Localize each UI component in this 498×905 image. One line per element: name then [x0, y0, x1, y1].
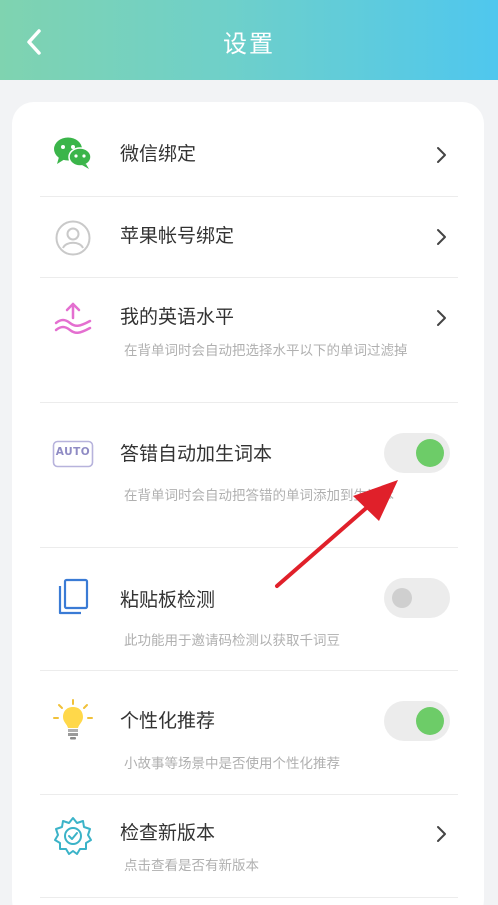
auto-add-toggle[interactable]	[384, 433, 450, 473]
setting-label: 答错自动加生词本	[120, 443, 273, 465]
app-header: 设置	[0, 0, 498, 80]
lightbulb-icon	[52, 699, 94, 741]
setting-auto-add-wordbook: AUTO 答错自动加生词本 在背单词时会自动把答错的单词添加到生词本	[40, 403, 458, 548]
clipboard-toggle[interactable]	[384, 578, 450, 618]
setting-description: 在背单词时会自动把选择水平以下的单词过滤掉	[124, 343, 408, 359]
user-circle-icon	[52, 217, 94, 259]
setting-description: 小故事等场景中是否使用个性化推荐	[124, 756, 340, 772]
personalized-toggle[interactable]	[384, 701, 450, 741]
wechat-icon	[52, 132, 94, 174]
setting-description: 点击查看是否有新版本	[124, 858, 259, 874]
toggle-knob	[392, 588, 412, 608]
setting-check-update[interactable]: 检查新版本 点击查看是否有新版本	[40, 795, 458, 898]
setting-label: 微信绑定	[120, 143, 197, 165]
setting-personalized-recommendation: 个性化推荐 小故事等场景中是否使用个性化推荐	[40, 671, 458, 795]
auto-icon: AUTO	[52, 433, 94, 475]
setting-description: 此功能用于邀请码检测以获取千词豆	[124, 633, 340, 649]
chevron-right-icon[interactable]	[432, 228, 450, 246]
setting-label: 苹果帐号绑定	[120, 225, 235, 247]
toggle-knob	[416, 707, 444, 735]
setting-label: 检查新版本	[120, 822, 216, 844]
setting-label: 个性化推荐	[120, 710, 216, 732]
clipboard-icon	[52, 576, 94, 618]
page-title: 设置	[223, 30, 275, 58]
setting-wechat-binding[interactable]: 微信绑定	[40, 102, 458, 197]
water-level-icon	[52, 298, 94, 340]
setting-apple-binding[interactable]: 苹果帐号绑定	[40, 197, 458, 278]
chevron-right-icon[interactable]	[432, 825, 450, 843]
setting-description: 在背单词时会自动把答错的单词添加到生词本	[124, 488, 394, 504]
toggle-knob	[416, 439, 444, 467]
setting-label: 我的英语水平	[120, 306, 235, 328]
settings-card: 微信绑定 苹果帐号绑定 我的英语水平 在背单词时会自动把选择水平以下的单词过滤掉…	[12, 102, 484, 905]
auto-icon-text: AUTO	[55, 446, 91, 458]
setting-english-level[interactable]: 我的英语水平 在背单词时会自动把选择水平以下的单词过滤掉	[40, 278, 458, 403]
setting-clipboard-detection: 粘贴板检测 此功能用于邀请码检测以获取千词豆	[40, 548, 458, 671]
gear-check-icon	[52, 815, 94, 857]
chevron-right-icon[interactable]	[432, 309, 450, 327]
chevron-right-icon[interactable]	[432, 146, 450, 164]
setting-label: 粘贴板检测	[120, 589, 216, 611]
